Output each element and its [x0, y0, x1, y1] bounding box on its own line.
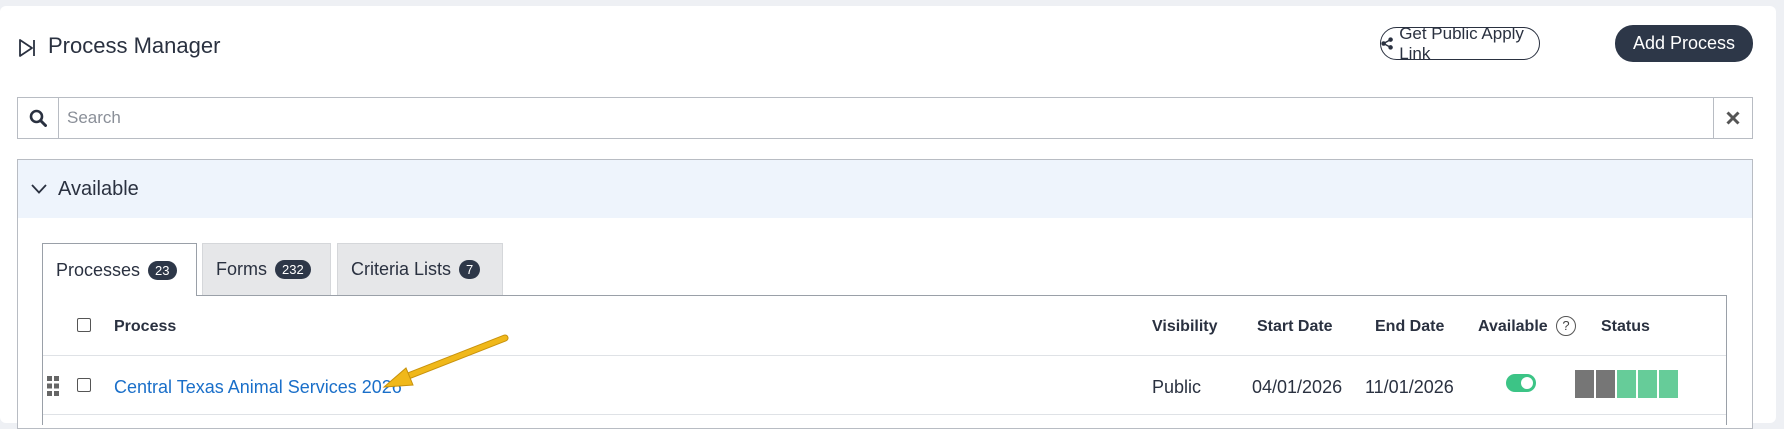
column-header-status[interactable]: Status	[1601, 318, 1650, 336]
panel-title: Available	[58, 177, 139, 200]
help-icon[interactable]: ?	[1556, 316, 1576, 336]
status-indicator	[1575, 370, 1678, 398]
search-button[interactable]	[18, 98, 59, 138]
toggle-knob	[1521, 377, 1533, 389]
tab-label: Criteria Lists	[351, 259, 452, 279]
annotation-arrow-icon	[382, 334, 509, 388]
row-checkbox[interactable]	[77, 378, 91, 392]
count-badge: 7	[459, 260, 481, 279]
close-icon	[1726, 111, 1740, 125]
end-date-value: 11/01/2026	[1365, 377, 1454, 397]
get-public-apply-link-label: Get Public Apply Link	[1399, 23, 1524, 63]
share-icon	[1381, 37, 1393, 50]
column-header-visibility[interactable]: Visibility	[1152, 318, 1218, 336]
play-step-icon	[19, 39, 35, 57]
search-bar	[17, 97, 1753, 139]
visibility-value: Public	[1152, 377, 1202, 397]
drag-handle-icon[interactable]	[47, 376, 59, 396]
search-input[interactable]	[59, 98, 1713, 138]
column-header-process[interactable]: Process	[114, 318, 176, 336]
page-title: Process Manager	[48, 33, 221, 58]
available-panel-header[interactable]: Available	[18, 160, 1752, 218]
column-header-end-date[interactable]: End Date	[1375, 318, 1444, 336]
chevron-down-icon	[31, 184, 47, 194]
count-badge: 23	[148, 260, 177, 280]
status-segment-gray	[1575, 370, 1594, 398]
count-badge: 232	[275, 260, 311, 279]
row-divider	[43, 355, 1726, 356]
get-public-apply-link-button[interactable]: Get Public Apply Link	[1380, 24, 1540, 63]
tab-label: Forms	[216, 259, 267, 279]
start-date-value: 04/01/2026	[1252, 377, 1343, 397]
status-segment-gray	[1596, 370, 1615, 398]
tab-label: Processes	[56, 259, 141, 280]
column-header-start-date[interactable]: Start Date	[1257, 318, 1333, 336]
tab-forms[interactable]: Forms 232	[202, 243, 331, 295]
tab-criteria-lists[interactable]: Criteria Lists 7	[337, 243, 503, 295]
processes-tab-panel	[42, 295, 1727, 425]
clear-search-button[interactable]	[1713, 98, 1752, 138]
process-name-link[interactable]: Central Texas Animal Services 2026	[114, 377, 402, 398]
select-all-checkbox[interactable]	[77, 318, 91, 332]
available-toggle[interactable]	[1506, 374, 1536, 392]
search-icon	[29, 109, 47, 127]
status-segment-green	[1617, 370, 1636, 398]
status-segment-green	[1659, 370, 1678, 398]
column-header-available[interactable]: Available	[1478, 318, 1548, 336]
add-process-button[interactable]: Add Process	[1615, 25, 1753, 62]
row-divider	[43, 414, 1726, 415]
status-segment-green	[1638, 370, 1657, 398]
tab-processes[interactable]: Processes 23	[42, 243, 197, 296]
